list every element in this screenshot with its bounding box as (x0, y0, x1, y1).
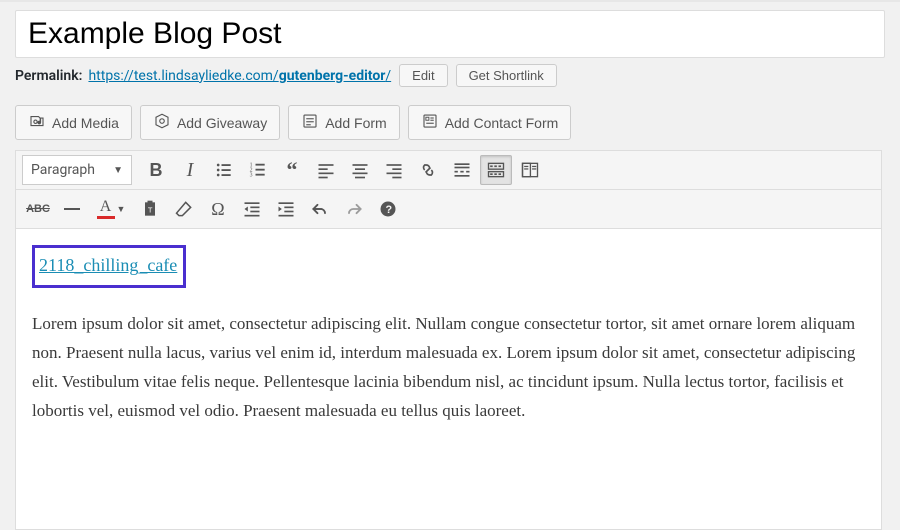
outdent-icon (242, 199, 262, 219)
add-contact-form-button[interactable]: Add Contact Form (408, 105, 572, 140)
permalink-url-suffix: / (385, 68, 391, 84)
permalink-row: Permalink: https://test.lindsayliedke.co… (15, 64, 885, 87)
add-giveaway-label: Add Giveaway (177, 115, 267, 131)
read-more-icon (452, 160, 472, 180)
redo-button[interactable] (338, 194, 370, 224)
bold-button[interactable]: B (140, 155, 172, 185)
svg-text:?: ? (386, 204, 393, 216)
italic-button[interactable]: I (174, 155, 206, 185)
align-right-button[interactable] (378, 155, 410, 185)
chevron-down-icon: ▼ (113, 165, 123, 176)
post-title-input[interactable] (28, 15, 872, 53)
horizontal-rule-button[interactable] (56, 194, 88, 224)
add-media-button[interactable]: Add Media (15, 105, 132, 140)
hr-icon (64, 208, 80, 210)
highlighted-link-box: 2118_chilling_cafe (32, 245, 186, 288)
get-shortlink-button[interactable]: Get Shortlink (456, 64, 557, 87)
permalink-url-slug: gutenberg-editor (279, 68, 386, 84)
undo-button[interactable] (304, 194, 336, 224)
paste-text-button[interactable]: T (134, 194, 166, 224)
body-paragraph: Lorem ipsum dolor sit amet, consectetur … (32, 310, 865, 426)
quote-icon: “ (287, 157, 298, 183)
bullet-list-button[interactable] (208, 155, 240, 185)
format-select-value: Paragraph (31, 162, 95, 178)
add-form-label: Add Form (325, 115, 386, 131)
indent-icon (276, 199, 296, 219)
fullscreen-icon (520, 160, 540, 180)
strikethrough-button[interactable]: ABC (22, 194, 54, 224)
blockquote-button[interactable]: “ (276, 155, 308, 185)
camera-music-icon (28, 112, 46, 133)
special-character-button[interactable]: Ω (202, 194, 234, 224)
bullet-list-icon (214, 160, 234, 180)
redo-icon (344, 199, 364, 219)
align-center-icon (350, 160, 370, 180)
permalink-url-prefix: https://test.lindsayliedke.com/ (88, 68, 278, 84)
eraser-icon (174, 199, 194, 219)
clear-formatting-button[interactable] (168, 194, 200, 224)
clipboard-icon: T (140, 199, 160, 219)
read-more-button[interactable] (446, 155, 478, 185)
strikethrough-icon: ABC (26, 203, 50, 215)
distraction-free-button[interactable] (514, 155, 546, 185)
inserted-link[interactable]: 2118_chilling_cafe (39, 255, 177, 275)
svg-text:3: 3 (250, 173, 253, 179)
svg-text:T: T (148, 205, 153, 214)
gift-icon (153, 112, 171, 133)
add-contact-form-label: Add Contact Form (445, 115, 559, 131)
insert-link-button[interactable] (412, 155, 444, 185)
add-form-button[interactable]: Add Form (288, 105, 399, 140)
contact-form-icon (421, 112, 439, 133)
edit-permalink-button[interactable]: Edit (399, 64, 447, 87)
help-button[interactable]: ? (372, 194, 404, 224)
media-button-row: Add Media Add Giveaway Add Form Add Cont… (15, 105, 885, 140)
add-giveaway-button[interactable]: Add Giveaway (140, 105, 280, 140)
format-select[interactable]: Paragraph ▼ (22, 155, 132, 185)
indent-button[interactable] (270, 194, 302, 224)
form-icon (301, 112, 319, 133)
bold-icon: B (150, 160, 163, 181)
italic-icon: I (187, 159, 194, 182)
undo-icon (310, 199, 330, 219)
link-icon (418, 160, 438, 180)
text-color-button[interactable]: A ▼ (90, 194, 132, 224)
editor-box: Paragraph ▼ B I 123 “ (15, 150, 882, 530)
toolbar-toggle-icon (486, 160, 506, 180)
permalink-label: Permalink: (15, 68, 82, 84)
editor-toolbar-row-2: ABC A ▼ T Ω (16, 190, 881, 229)
post-title-wrap (15, 10, 885, 58)
editor-content[interactable]: 2118_chilling_cafe Lorem ipsum dolor sit… (16, 229, 881, 529)
align-left-icon (316, 160, 336, 180)
omega-icon: Ω (211, 199, 224, 220)
numbered-list-button[interactable]: 123 (242, 155, 274, 185)
permalink-link[interactable]: https://test.lindsayliedke.com/gutenberg… (88, 68, 391, 84)
align-center-button[interactable] (344, 155, 376, 185)
text-color-icon: A (97, 199, 115, 219)
numbered-list-icon: 123 (248, 160, 268, 180)
add-media-label: Add Media (52, 115, 119, 131)
align-right-icon (384, 160, 404, 180)
outdent-button[interactable] (236, 194, 268, 224)
editor-toolbar-row-1: Paragraph ▼ B I 123 “ (16, 151, 881, 190)
align-left-button[interactable] (310, 155, 342, 185)
help-icon: ? (378, 199, 398, 219)
chevron-down-icon: ▼ (117, 204, 126, 214)
toolbar-toggle-button[interactable] (480, 155, 512, 185)
